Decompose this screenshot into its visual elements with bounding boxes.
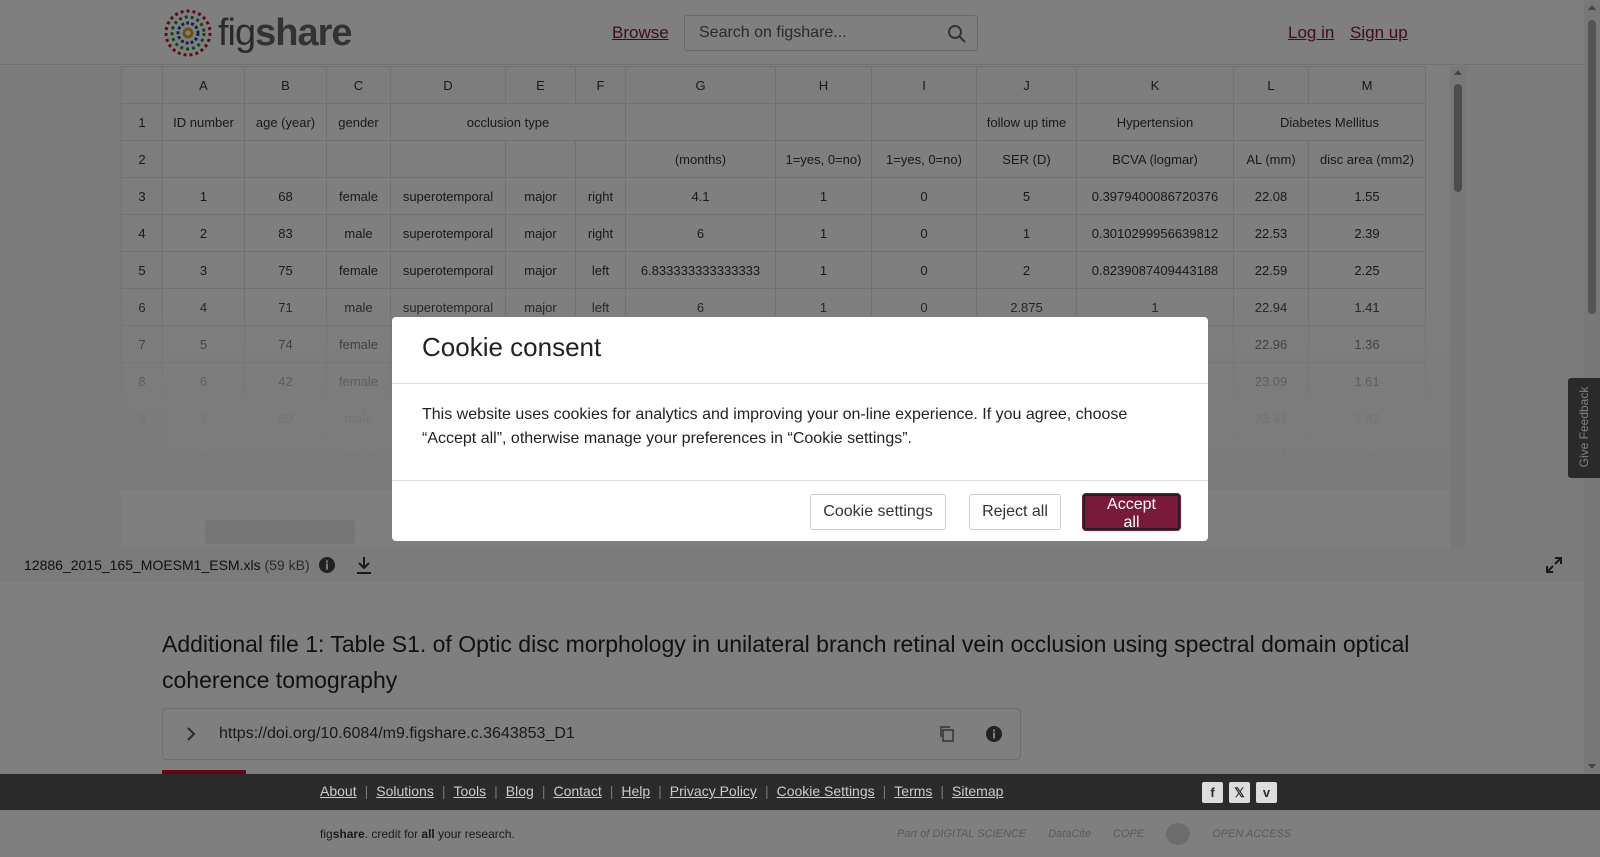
reject-all-button[interactable]: Reject all <box>969 494 1061 530</box>
partner-logo[interactable]: Part of DIGITAL SCIENCE <box>897 823 1026 845</box>
footer-link-about[interactable]: About <box>320 783 357 799</box>
partner-logo[interactable]: OPEN ACCESS <box>1212 823 1291 845</box>
footer-link-contact[interactable]: Contact <box>553 783 601 799</box>
partner-logos: Part of DIGITAL SCIENCE DataCite COPE OPEN … <box>897 823 1291 845</box>
footer-tagline: figshare. credit for all your research. <box>320 827 515 841</box>
footer-bottom: figshare. credit for all your research. … <box>0 810 1600 857</box>
cookie-settings-button[interactable]: Cookie settings <box>810 494 946 530</box>
footer-nav: About | Solutions | Tools | Blog | Contact | Help |… <box>320 783 1003 799</box>
footer-link-help[interactable]: Help <box>621 783 650 799</box>
partner-logo[interactable]: DataCite <box>1048 823 1091 845</box>
dialog-title: Cookie consent <box>422 332 602 362</box>
social-links: f 𝕏 v <box>1202 782 1277 803</box>
footer-link-cookie-settings[interactable]: Cookie Settings <box>777 783 875 799</box>
dialog-body: This website uses cookies for analytics … <box>422 406 1128 447</box>
footer-separator: | <box>658 783 662 799</box>
footer-separator: | <box>940 783 945 799</box>
footer-nav-bar: About | Solutions | Tools | Blog | Contact | Help |… <box>0 774 1600 810</box>
footer-link-terms[interactable]: Terms <box>894 783 932 799</box>
footer-separator: | <box>364 783 369 799</box>
footer-separator: | <box>764 783 769 799</box>
partner-logo[interactable]: COPE <box>1113 823 1144 845</box>
dialog-divider <box>392 480 1208 481</box>
footer-separator: | <box>609 783 614 799</box>
footer-separator: | <box>541 783 546 799</box>
footer-link-privacy-policy[interactable]: Privacy Policy <box>670 783 757 799</box>
footer-link-sitemap[interactable]: Sitemap <box>952 783 1003 799</box>
footer-separator: | <box>882 783 887 799</box>
footer-link-tools[interactable]: Tools <box>453 783 486 799</box>
vimeo-icon[interactable]: v <box>1256 782 1277 803</box>
footer-separator: | <box>494 783 498 799</box>
x-twitter-icon[interactable]: 𝕏 <box>1229 782 1250 803</box>
dialog-divider <box>392 383 1208 384</box>
footer-separator: | <box>441 783 446 799</box>
facebook-icon[interactable]: f <box>1202 782 1223 803</box>
accept-all-button[interactable]: Accept all <box>1083 494 1180 531</box>
partner-logo[interactable] <box>1166 823 1191 845</box>
footer-link-solutions[interactable]: Solutions <box>376 783 434 799</box>
footer-link-blog[interactable]: Blog <box>506 783 534 799</box>
cookie-consent-dialog: Cookie consent This website uses cookies… <box>392 317 1208 541</box>
